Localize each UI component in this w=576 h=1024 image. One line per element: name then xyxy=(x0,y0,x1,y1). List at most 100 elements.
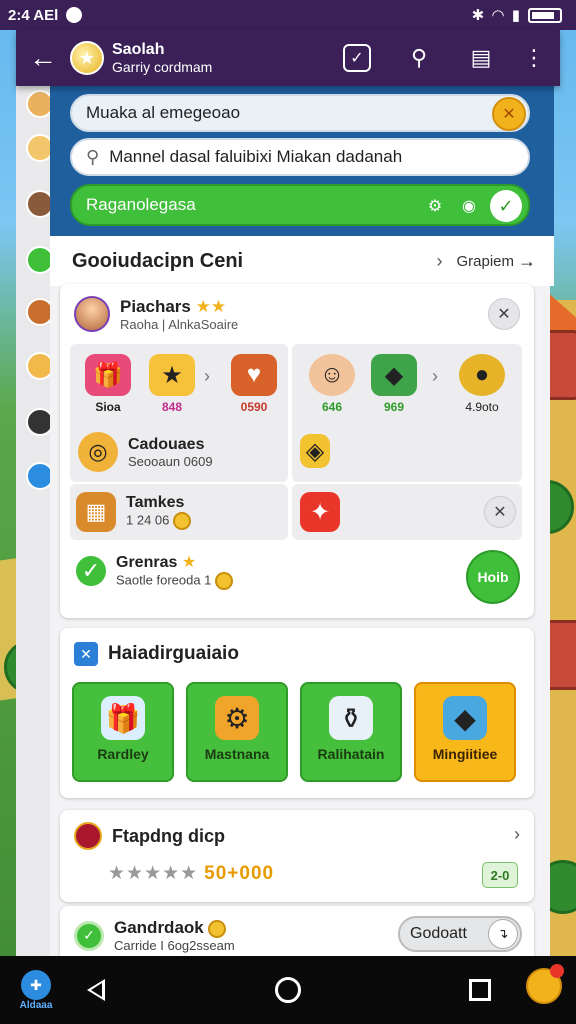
search-input[interactable]: ⚲ Mannel dasal faluibixi Miakan dadanah xyxy=(70,138,530,176)
item-gift[interactable]: 🎁 Sioa xyxy=(78,354,138,414)
bluetooth-icon: ✱ xyxy=(471,7,485,24)
toggle-knob-icon: ↴ xyxy=(488,919,518,949)
coin-icon xyxy=(215,572,234,590)
recents-button[interactable] xyxy=(450,960,510,1020)
star-icon: ★ xyxy=(181,554,197,571)
back-triangle-icon xyxy=(87,979,105,1001)
app-bar: ← ★ Saolah Garriy cordmam ✓ ⚲ ▤ ⋮ xyxy=(16,30,560,86)
group-subtitle: Raoha | AlnkaSoaire xyxy=(120,316,239,332)
ticket-icon[interactable]: ✦ xyxy=(300,492,340,532)
management-card: ✕ Haiadirguaiaio 🎁 Rardley ⚙ Mastnana ⚱ … xyxy=(60,628,534,798)
rating-title: Ftapdng dicp xyxy=(112,825,225,846)
settings-icon[interactable]: ⚙ xyxy=(422,193,448,219)
search-button[interactable]: ⚲ xyxy=(390,34,448,82)
search-icon: ⚲ xyxy=(86,146,100,167)
tasks-row[interactable]: ▦ Tamkes 1 24 06 xyxy=(70,484,288,540)
gold-bar-icon: ● xyxy=(459,354,505,396)
status-bar: 2:4 AEl ✱ ◠ ▮ xyxy=(0,0,576,30)
group-card: Piachars ★★ Raoha | AlnkaSoaire ✕ 🎁 Sioa… xyxy=(60,284,534,618)
app-shortcut-label: Aldaaa xyxy=(19,1000,53,1011)
app-shortcut[interactable]: ✚ Aldaaa xyxy=(14,970,58,1011)
tile-rardley[interactable]: 🎁 Rardley xyxy=(72,682,174,782)
golden-egg-icon[interactable]: ◈ xyxy=(300,434,330,468)
gear-icon: ⚙ xyxy=(215,696,259,740)
gold-box-icon: ★ xyxy=(149,354,195,396)
task-check-button[interactable]: ✓ xyxy=(328,34,386,82)
top-input-field[interactable]: Muaka al emegeoao ✕ xyxy=(70,94,530,132)
info-icon[interactable]: ◉ xyxy=(456,193,482,219)
currency-row[interactable]: ◎ Cadouaes Seooaun 0609 xyxy=(78,432,213,472)
gem-box-icon: ◆ xyxy=(443,696,487,740)
greeting-go-button[interactable]: Hoib xyxy=(466,550,520,604)
group-avatar[interactable] xyxy=(74,296,110,332)
back-button[interactable] xyxy=(66,960,126,1020)
more-menu-button[interactable]: ⋮ xyxy=(514,34,554,82)
rating-score: 50+000 xyxy=(204,863,275,884)
document-button[interactable]: ▤ xyxy=(452,34,510,82)
gift-box-icon: 🎁 xyxy=(85,354,131,396)
item-heart-card[interactable]: ♥ 0590 xyxy=(224,354,284,414)
task-check-icon: ✓ xyxy=(343,44,371,72)
recents-square-icon xyxy=(469,979,491,1001)
app-shortcut-icon: ✚ xyxy=(21,970,51,1000)
item-value: 848 xyxy=(161,400,183,414)
greeting-subtitle: Saotle foreoda 1 xyxy=(116,572,212,588)
mute-icon[interactable]: ✕ xyxy=(492,97,526,131)
more-vert-icon: ⋮ xyxy=(523,45,545,70)
main-panel: Muaka al emegeoao ✕ ⚲ Mannel dasal falui… xyxy=(50,86,554,976)
tasks-icon: ▦ xyxy=(76,492,116,532)
home-button[interactable] xyxy=(258,960,318,1020)
green-bar-label: Raganolegasa xyxy=(86,195,196,214)
coin-icon xyxy=(208,919,227,938)
tools-icon: ✕ xyxy=(74,642,98,666)
shield-icon xyxy=(74,822,102,850)
bottle-icon: ⚱ xyxy=(329,696,373,740)
rating-card[interactable]: Ftapdng dicp › ★★★★★ 50+000 2-0 xyxy=(60,810,534,902)
app-subtitle: Garriy cordmam xyxy=(112,59,213,76)
tasks-row-right: ✦ ✕ xyxy=(292,484,522,540)
header-block: Muaka al emegeoao ✕ ⚲ Mannel dasal falui… xyxy=(50,86,554,236)
last-card-title: Gandrdaok xyxy=(114,918,204,937)
close-button[interactable]: ✕ xyxy=(484,496,516,528)
close-button[interactable]: ✕ xyxy=(488,298,520,330)
right-items-group: ☺ 646 ◆ 969 › ● 4.9oto ◈ xyxy=(292,344,522,482)
chevron-right-icon[interactable]: › xyxy=(436,251,442,272)
tile-label: Ralihatain xyxy=(317,746,385,762)
coin-icon: ◎ xyxy=(78,432,118,472)
tile-mingiitiee[interactable]: ◆ Mingiitiee xyxy=(414,682,516,782)
item-gold-bar[interactable]: ● 4.9oto xyxy=(452,354,512,414)
management-title: Haiadirguaiaio xyxy=(108,643,239,664)
item-gold-box[interactable]: ★ 848 xyxy=(142,354,202,414)
toggle-switch[interactable]: Godoatt ↴ xyxy=(398,916,522,952)
top-input-value: Muaka al emegeoao xyxy=(86,103,241,122)
back-arrow-icon[interactable]: ← xyxy=(16,30,70,86)
item-value: Sioa xyxy=(95,400,121,414)
profile-avatar[interactable]: ★ xyxy=(70,41,104,75)
chevron-right-icon: › xyxy=(204,366,210,386)
home-circle-icon xyxy=(275,977,301,1003)
last-card-subtitle: Carride I 6og2sseam xyxy=(114,938,235,953)
tile-mastnana[interactable]: ⚙ Mastnana xyxy=(186,682,288,782)
search-icon: ⚲ xyxy=(410,45,428,70)
item-avatar[interactable]: ☺ 646 xyxy=(302,354,362,414)
signal-icon: ▮ xyxy=(511,7,520,24)
status-time: 2:4 AEl xyxy=(8,6,59,24)
green-action-bar[interactable]: Raganolegasa ⚙ ◉ ✓ xyxy=(70,184,530,226)
tasks-subtitle: 1 24 06 xyxy=(126,512,170,528)
chevron-right-icon: › xyxy=(432,366,438,386)
stars-icon: ★★★★★ xyxy=(108,863,199,884)
app-title: Saolah xyxy=(112,40,165,58)
confirm-check-icon[interactable]: ✓ xyxy=(490,190,522,222)
greeting-row[interactable]: ✓ Grenras ★ Saotle foreoda 1 xyxy=(76,552,234,590)
left-items-group: 🎁 Sioa ★ 848 › ♥ 0590 ◎ Cadouaes Seooaun… xyxy=(70,344,288,482)
avatar-icon: ☺ xyxy=(309,354,355,396)
item-value: 646 xyxy=(321,400,343,414)
assistant-app-icon[interactable] xyxy=(526,964,564,1004)
search-input-value: Mannel dasal faluibixi Miakan dadanah xyxy=(109,147,403,166)
tile-ralihatain[interactable]: ⚱ Ralihatain xyxy=(300,682,402,782)
chevron-right-icon[interactable]: › xyxy=(514,824,520,845)
arrow-right-icon[interactable]: → xyxy=(518,251,536,272)
rating-badge: 2-0 xyxy=(482,862,518,888)
item-treasure[interactable]: ◆ 969 xyxy=(364,354,424,414)
section-link[interactable]: Grapiem xyxy=(456,253,514,270)
